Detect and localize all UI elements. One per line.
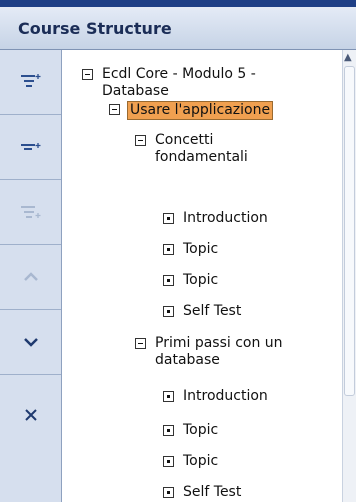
add-child-button[interactable] [0, 115, 61, 180]
collapse-toggle[interactable] [109, 104, 120, 115]
course-tree: Ecdl Core - Modulo 5 - Database Usare l'… [62, 50, 342, 502]
node-label: Usare l'applicazione [127, 101, 274, 120]
leaf-icon [163, 487, 174, 498]
node-label: Introduction [183, 388, 268, 404]
node-label: fondamentali [155, 149, 248, 165]
node-label: Primi passi con un [155, 335, 283, 351]
move-down-button[interactable] [0, 310, 61, 375]
delete-icon [24, 409, 37, 421]
add-sibling-icon [20, 74, 40, 87]
leaf-icon [163, 391, 174, 402]
tree-node-leaf[interactable]: Self Test [163, 484, 241, 501]
tree-node-section[interactable]: Concetti fondamentali [135, 132, 248, 166]
add-sibling-button[interactable] [0, 50, 61, 115]
node-label: Self Test [183, 303, 242, 319]
node-label: Concetti [155, 132, 214, 148]
node-label: Self Test [183, 484, 242, 500]
node-label: Database [102, 83, 169, 99]
window-top-bar [0, 0, 356, 7]
tree-node-leaf[interactable]: Self Test [163, 303, 241, 320]
panel-title: Course Structure [18, 19, 172, 38]
node-label: Introduction [183, 210, 268, 226]
tree-node-section[interactable]: Primi passi con un database [135, 335, 283, 369]
move-up-icon [23, 272, 38, 281]
leaf-icon [163, 244, 174, 255]
leaf-icon [163, 275, 174, 286]
tree-node-leaf[interactable]: Introduction [163, 210, 268, 227]
collapse-toggle[interactable] [135, 338, 146, 349]
leaf-icon [163, 213, 174, 224]
leaf-icon [163, 306, 174, 317]
collapse-toggle[interactable] [82, 69, 93, 80]
node-label: Topic [183, 241, 219, 257]
delete-button[interactable] [0, 375, 61, 502]
leaf-icon [163, 456, 174, 467]
scrollbar-thumb[interactable] [344, 66, 355, 396]
tree-node-module[interactable]: Usare l'applicazione [109, 101, 274, 120]
node-label: Topic [183, 422, 219, 438]
scroll-up-icon[interactable]: ▲ [344, 52, 352, 63]
tree-node-leaf[interactable]: Topic [163, 453, 218, 470]
add-disabled-icon [20, 206, 40, 218]
leaf-icon [163, 425, 174, 436]
node-label: Topic [183, 272, 219, 288]
panel-header: Course Structure [0, 7, 356, 50]
tree-node-leaf[interactable]: Introduction [163, 388, 268, 405]
collapse-toggle[interactable] [135, 135, 146, 146]
tree-node-root[interactable]: Ecdl Core - Modulo 5 - Database [82, 66, 256, 100]
node-label: database [155, 352, 220, 368]
move-up-button[interactable] [0, 245, 61, 310]
node-label: Ecdl Core - Modulo 5 - [102, 66, 256, 82]
node-label: Topic [183, 453, 219, 469]
add-child-icon [20, 143, 40, 150]
tree-node-leaf[interactable]: Topic [163, 272, 218, 289]
tree-node-leaf[interactable]: Topic [163, 241, 218, 258]
tree-node-leaf[interactable]: Topic [163, 422, 218, 439]
move-down-icon [23, 338, 38, 347]
tree-toolbar [0, 50, 62, 502]
vertical-scrollbar[interactable]: ▲ [342, 50, 356, 502]
add-disabled-button[interactable] [0, 180, 61, 245]
